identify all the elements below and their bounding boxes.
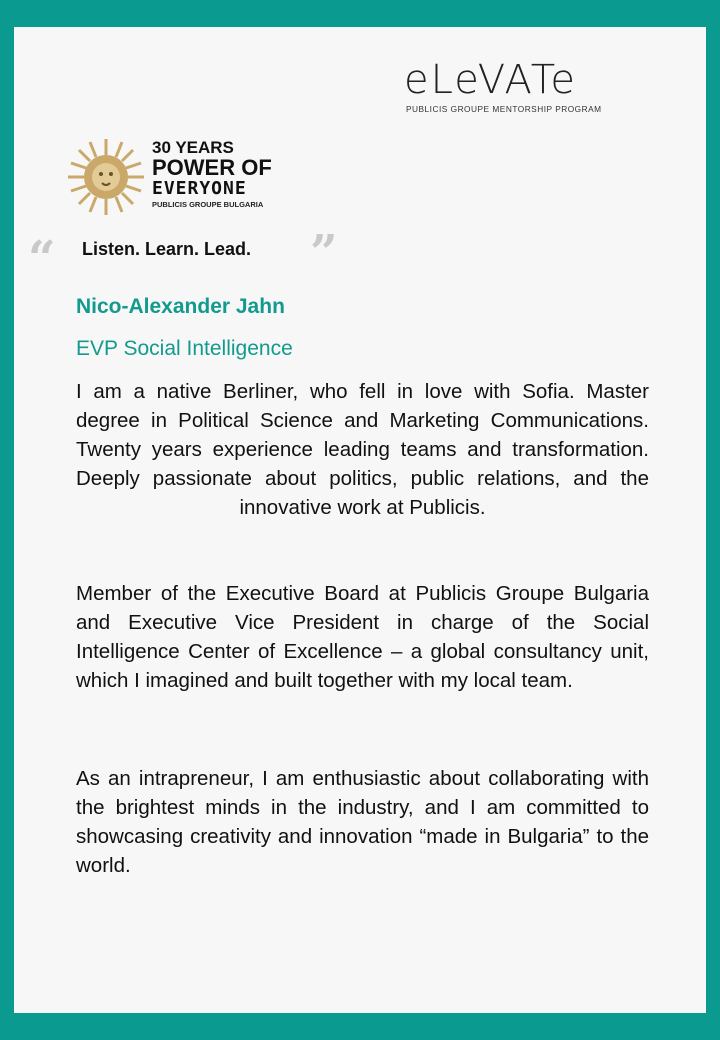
elevate-logo-subtitle: PUBLICIS GROUPE MENTORSHIP PROGRAM	[406, 104, 602, 114]
elevate-logo: eLeVATe PUBLICIS GROUPE MENTORSHIP PROGR…	[404, 57, 644, 117]
profile-role: EVP Social Intelligence	[76, 337, 293, 360]
profile-card: eLeVATe PUBLICIS GROUPE MENTORSHIP PROGR…	[14, 27, 706, 1013]
tagline: Listen. Learn. Lead.	[82, 239, 252, 259]
open-quote-icon: “	[28, 231, 56, 287]
anniversary-text: 30 YEARS POWER OF EVERYONE PUBLICIS GROU…	[152, 139, 272, 211]
bio-paragraph-2: Member of the Executive Board at Publici…	[76, 582, 649, 692]
bio-paragraph-3: As an intrapreneur, I am enthusiastic ab…	[76, 767, 649, 877]
elevate-logo-wordmark: eLeVATe	[404, 57, 578, 103]
anniversary-company: PUBLICIS GROUPE BULGARIA	[152, 200, 264, 209]
profile-name: Nico-Alexander Jahn	[76, 295, 285, 318]
anniversary-power-of: POWER OF	[152, 155, 272, 180]
lion-icon	[68, 139, 144, 215]
anniversary-logo: 30 YEARS POWER OF EVERYONE PUBLICIS GROU…	[64, 135, 304, 219]
anniversary-everyone: EVERYONE	[152, 178, 247, 199]
bio-paragraph-1: I am a native Berliner, who fell in love…	[76, 380, 649, 519]
close-quote-icon: ”	[310, 225, 338, 281]
